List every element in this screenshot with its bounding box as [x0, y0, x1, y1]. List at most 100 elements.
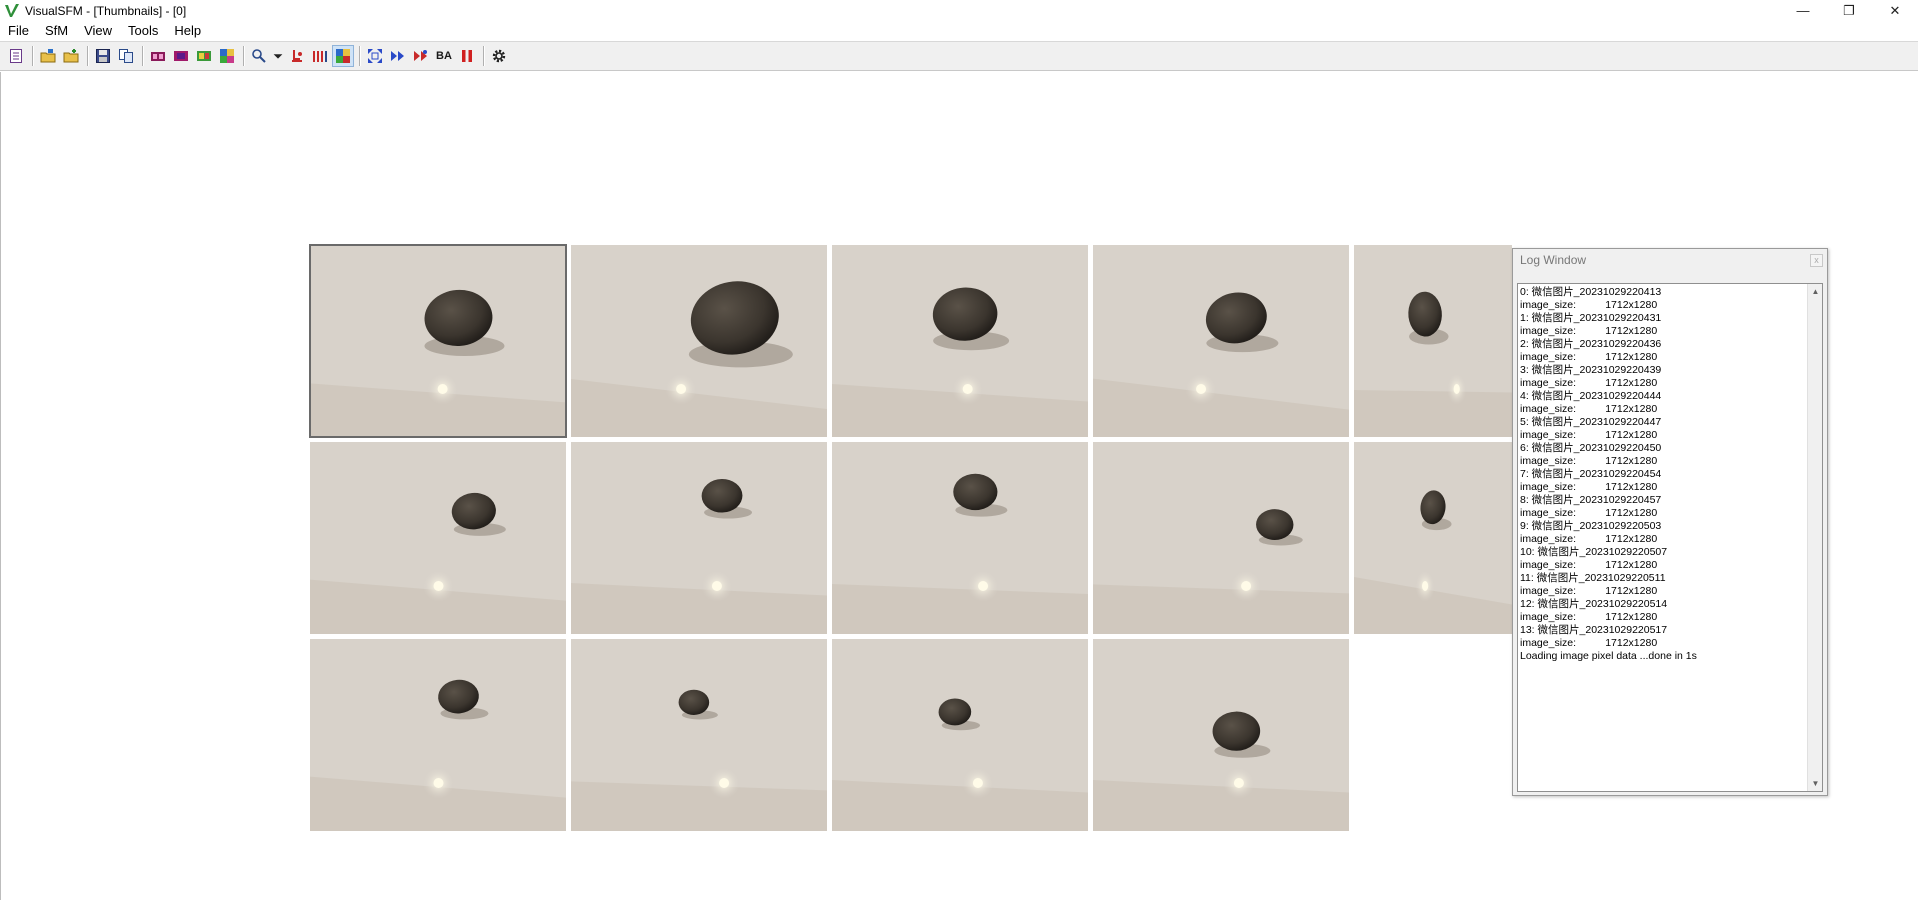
add-images-icon	[63, 49, 79, 63]
stone-photo	[832, 639, 1088, 831]
log-line: image_size: 1712x1280	[1520, 429, 1658, 441]
menu-sfm[interactable]: SfM	[37, 21, 76, 41]
pause-button[interactable]	[456, 45, 478, 67]
matches-button[interactable]	[170, 45, 192, 67]
save-button[interactable]	[92, 45, 114, 67]
scroll-down-icon[interactable]: ▼	[1808, 776, 1822, 791]
fit-view-icon	[368, 49, 382, 63]
zoom-button[interactable]	[248, 45, 270, 67]
log-line: image_size: 1712x1280	[1520, 455, 1658, 467]
log-window-button[interactable]	[5, 45, 27, 67]
minimize-button[interactable]: —	[1780, 0, 1826, 21]
log-line: image_size: 1712x1280	[1520, 377, 1658, 389]
restore-button[interactable]: ❐	[1826, 0, 1872, 21]
compute-missing-match-button[interactable]	[286, 45, 308, 67]
log-line: 13: 微信图片_20231029220517	[1520, 624, 1668, 636]
dense-reconstruction-button[interactable]	[410, 45, 432, 67]
thumbnail-image-3[interactable]	[1093, 245, 1349, 437]
thumbnail-image-9[interactable]	[1354, 442, 1512, 634]
show-thumbnails-icon	[151, 52, 165, 61]
open-images-button[interactable]	[37, 45, 59, 67]
settings-button[interactable]	[488, 45, 510, 67]
log-line: 0: 微信图片_20231029220413	[1520, 286, 1662, 298]
match-matrix-button[interactable]	[309, 45, 331, 67]
log-window[interactable]: Log Window x 0: 微信图片_20231029220413 image…	[1512, 248, 1828, 796]
log-window-title: Log Window	[1520, 253, 1587, 267]
show-feature-icon	[197, 51, 211, 61]
log-close-button[interactable]: x	[1810, 254, 1823, 267]
menu-view[interactable]: View	[76, 21, 120, 41]
window-title: VisualSFM - [Thumbnails] - [0]	[25, 3, 187, 18]
stone-photo	[571, 639, 827, 831]
log-line: image_size: 1712x1280	[1520, 299, 1658, 311]
zoom-icon	[252, 49, 266, 63]
compute-3d-reconstruction-icon	[391, 51, 404, 61]
scroll-up-icon[interactable]: ▲	[1808, 284, 1822, 299]
log-line: image_size: 1712x1280	[1520, 637, 1658, 649]
stone-photo	[310, 245, 566, 437]
visualsfm-logo-icon	[5, 3, 19, 17]
open-multi-images-icon	[40, 49, 56, 63]
log-window-icon	[10, 49, 22, 63]
thumbnail-image-10[interactable]	[310, 639, 566, 831]
toolbar-separator	[243, 46, 244, 66]
log-line: 1: 微信图片_20231029220431	[1520, 312, 1662, 324]
features-button[interactable]	[193, 45, 215, 67]
log-line: 6: 微信图片_20231029220450	[1520, 442, 1662, 454]
thumbnail-image-0[interactable]	[309, 244, 567, 438]
close-button[interactable]: ✕	[1872, 0, 1918, 21]
stone-photo	[310, 442, 566, 634]
stone-photo	[832, 245, 1088, 437]
menu-file[interactable]: File	[0, 21, 37, 41]
log-scrollbar[interactable]: ▲ ▼	[1807, 284, 1822, 791]
log-line: 11: 微信图片_20231029220511	[1520, 572, 1666, 584]
thumbnail-image-12[interactable]	[832, 639, 1088, 831]
toolbar-separator	[359, 46, 360, 66]
thumbnail-image-6[interactable]	[571, 442, 827, 634]
stone-photo	[832, 442, 1088, 634]
toolbar-separator	[483, 46, 484, 66]
toolbar: BA	[0, 41, 1918, 71]
menu-bar: File SfM View Tools Help	[0, 21, 1918, 41]
log-line: 4: 微信图片_20231029220444	[1520, 390, 1662, 402]
thumbnail-image-2[interactable]	[832, 245, 1088, 437]
zoom-dropdown-button[interactable]	[271, 45, 285, 67]
log-line: 8: 微信图片_20231029220457	[1520, 494, 1662, 506]
log-line: image_size: 1712x1280	[1520, 611, 1658, 623]
thumbnail-image-7[interactable]	[832, 442, 1088, 634]
fit-view-button[interactable]	[364, 45, 386, 67]
log-line: 12: 微信图片_20231029220514	[1520, 598, 1668, 610]
reconstruct-button[interactable]	[387, 45, 409, 67]
thumbnail-image-4[interactable]	[1354, 245, 1512, 437]
stone-photo	[1354, 245, 1512, 437]
stone-photo	[1093, 442, 1349, 634]
add-images-button[interactable]	[60, 45, 82, 67]
thumbnail-image-5[interactable]	[310, 442, 566, 634]
log-line: 3: 微信图片_20231029220439	[1520, 364, 1662, 376]
compute-dense-icon	[414, 50, 427, 61]
save-nvm-icon	[96, 49, 110, 63]
thumbnails-button[interactable]	[147, 45, 169, 67]
dropdown-icon	[273, 54, 283, 59]
log-text-area[interactable]: 0: 微信图片_20231029220413 image_size: 1712x1…	[1517, 283, 1823, 792]
bundle-adjustment-button[interactable]: BA	[433, 45, 455, 67]
copy-button[interactable]	[115, 45, 137, 67]
log-line: 10: 微信图片_20231029220507	[1520, 546, 1668, 558]
settings-icon	[492, 49, 506, 63]
toolbar-separator	[32, 46, 33, 66]
toolbar-separator	[142, 46, 143, 66]
thumbnail-image-8[interactable]	[1093, 442, 1349, 634]
log-lines: 0: 微信图片_20231029220413 image_size: 1712x1…	[1520, 286, 1810, 663]
menu-help[interactable]: Help	[166, 21, 209, 41]
sfm-mode-button[interactable]	[332, 45, 354, 67]
thumbnail-image-1[interactable]	[571, 245, 827, 437]
title-bar: VisualSFM - [Thumbnails] - [0] — ❐ ✕	[0, 0, 1918, 21]
thumbnail-image-13[interactable]	[1093, 639, 1349, 831]
log-line: Loading image pixel data ...done in 1s	[1520, 650, 1697, 662]
menu-tools[interactable]: Tools	[120, 21, 166, 41]
window-controls: — ❐ ✕	[1780, 0, 1918, 21]
thumbnail-image-11[interactable]	[571, 639, 827, 831]
log-line: image_size: 1712x1280	[1520, 507, 1658, 519]
log-line: image_size: 1712x1280	[1520, 403, 1658, 415]
matrix-button[interactable]	[216, 45, 238, 67]
